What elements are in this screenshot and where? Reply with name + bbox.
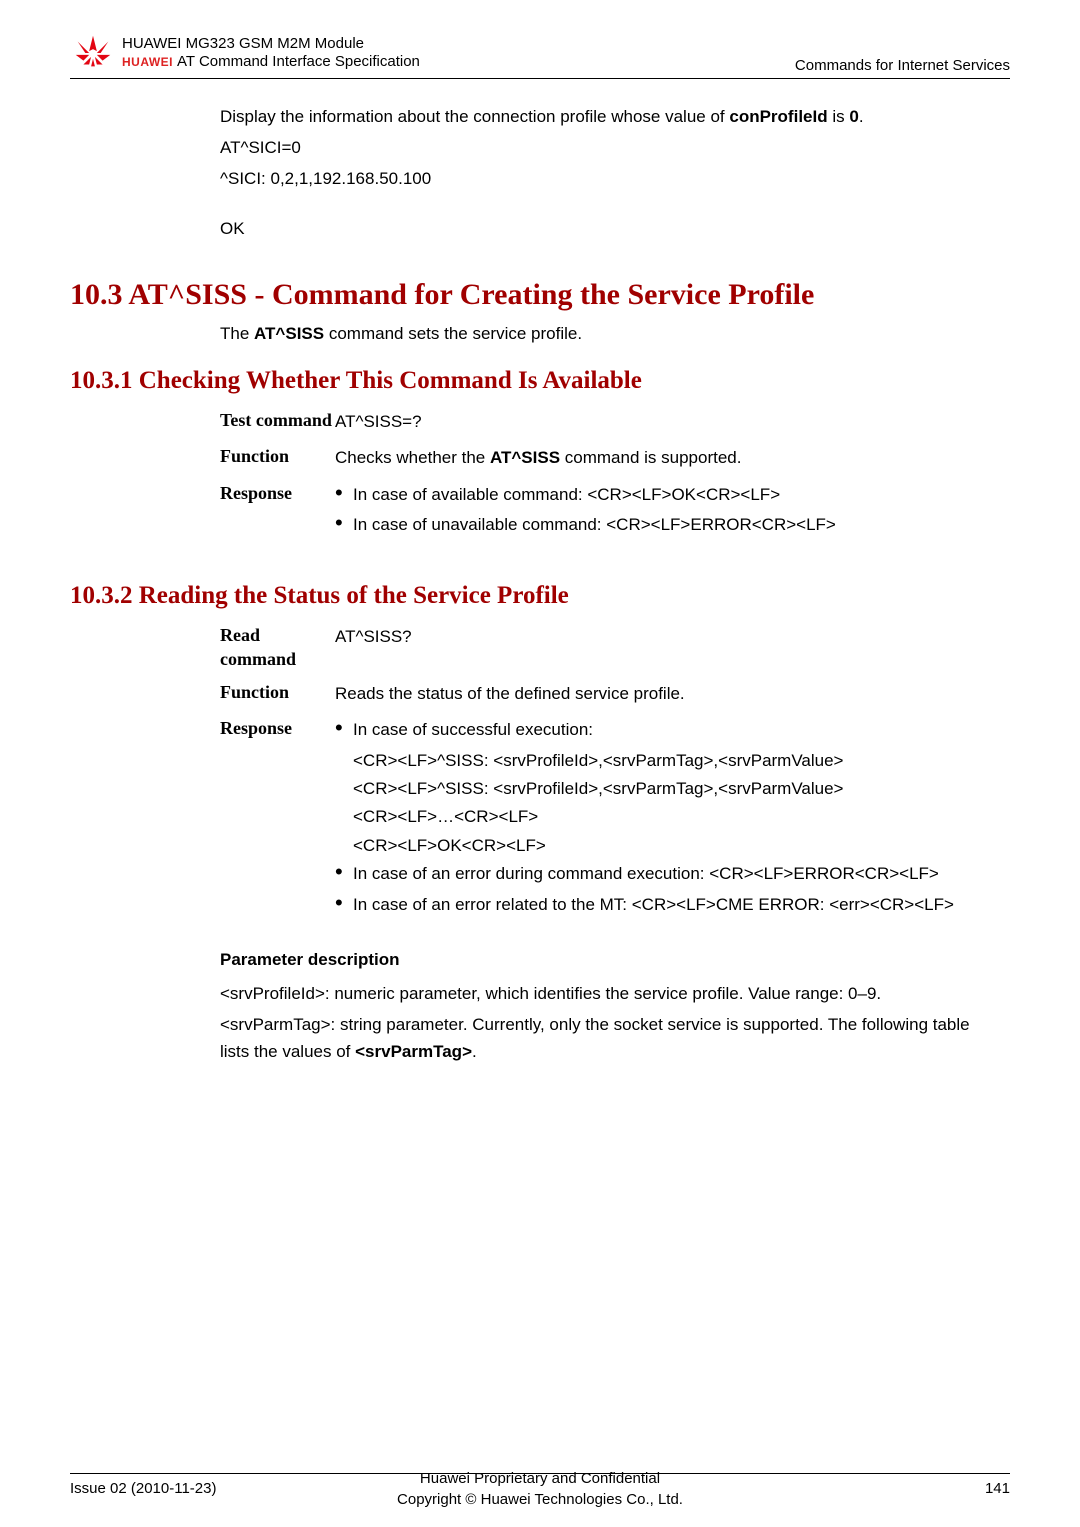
huawei-logo-icon [70, 30, 116, 76]
intro-line1-bold1: conProfileId [729, 107, 827, 126]
resp1031-item-1: In case of unavailable command: <CR><LF>… [335, 512, 990, 538]
param-desc-block: Parameter description <srvProfileId>: nu… [220, 950, 990, 1066]
logo-text-block: HUAWEI MG323 GSM M2M Module HUAWEI AT Co… [116, 35, 420, 71]
intro-line1-pre: Display the information about the connec… [220, 107, 729, 126]
s103-sub-bold: AT^SISS [254, 324, 324, 343]
label-function-1031: Function [220, 445, 335, 471]
section-103-title: 10.3 AT^SISS - Command for Creating the … [70, 278, 1010, 312]
func1031-post: command is supported. [560, 448, 741, 467]
section-103-sub: The AT^SISS command sets the service pro… [220, 320, 990, 347]
func1031-pre: Checks whether the [335, 448, 490, 467]
resp1032-sub3: <CR><LF>OK<CR><LF> [335, 833, 990, 859]
footer-page-number: 141 [985, 1480, 1010, 1497]
label-response-1032: Response [220, 717, 335, 921]
intro-line2: AT^SICI=0 [220, 134, 990, 161]
param-p2-post: . [472, 1042, 477, 1061]
page-root: HUAWEI MG323 GSM M2M Module HUAWEI AT Co… [0, 0, 1080, 1527]
intro-block: Display the information about the connec… [220, 103, 990, 242]
value-response-1031: In case of available command: <CR><LF>OK… [335, 482, 990, 543]
intro-line1-bold2: 0 [849, 107, 858, 126]
page-header: HUAWEI MG323 GSM M2M Module HUAWEI AT Co… [70, 30, 1010, 79]
intro-line3: ^SICI: 0,2,1,192.168.50.100 [220, 165, 990, 192]
header-line2: AT Command Interface Specification [177, 53, 420, 71]
value-function-1032: Reads the status of the defined service … [335, 681, 990, 707]
header-line1: HUAWEI MG323 GSM M2M Module [122, 35, 420, 53]
resp1032-bullet2: In case of an error during command execu… [335, 861, 990, 887]
value-read-command: AT^SISS? [335, 624, 990, 671]
row-test-command: Test command AT^SISS=? [220, 409, 990, 435]
label-test-command: Test command [220, 409, 335, 435]
resp1032-bullet3: In case of an error related to the MT: <… [335, 892, 990, 918]
param-desc-p1: <srvProfileId>: numeric parameter, which… [220, 980, 990, 1007]
label-response-1031: Response [220, 482, 335, 543]
logo-block: HUAWEI MG323 GSM M2M Module HUAWEI AT Co… [70, 30, 420, 76]
intro-line1-mid: is [828, 107, 850, 126]
row-read-command: Read command AT^SISS? [220, 624, 990, 671]
param-p2-pre: <srvParmTag>: string parameter. Currentl… [220, 1015, 970, 1061]
func1031-bold: AT^SISS [490, 448, 560, 467]
resp1032-sub1: <CR><LF>^SISS: <srvProfileId>,<srvParmTa… [335, 776, 990, 802]
s103-sub-post: command sets the service profile. [324, 324, 582, 343]
footer-center1: Huawei Proprietary and Confidential [420, 1470, 660, 1487]
footer-left: Issue 02 (2010-11-23) [70, 1480, 216, 1497]
intro-ok: OK [220, 215, 990, 242]
table-1031: Test command AT^SISS=? Function Checks w… [220, 409, 990, 542]
row-function-1031: Function Checks whether the AT^SISS comm… [220, 445, 990, 471]
resp1031-item-0: In case of available command: <CR><LF>OK… [335, 482, 990, 508]
subsection-1031-title: 10.3.1 Checking Whether This Command Is … [70, 367, 1010, 395]
value-test-command: AT^SISS=? [335, 409, 990, 435]
resp1032-bullet1: In case of successful execution: [335, 717, 990, 743]
param-desc-heading: Parameter description [220, 950, 990, 970]
header-right: Commands for Internet Services [795, 57, 1010, 76]
value-response-1032: In case of successful execution: <CR><LF… [335, 717, 990, 921]
s103-sub-pre: The [220, 324, 254, 343]
row-function-1032: Function Reads the status of the defined… [220, 681, 990, 707]
intro-line1-post: . [859, 107, 864, 126]
row-response-1032: Response In case of successful execution… [220, 717, 990, 921]
resp1032-sub2: <CR><LF>…<CR><LF> [335, 804, 990, 830]
table-1032: Read command AT^SISS? Function Reads the… [220, 624, 990, 922]
value-function-1031: Checks whether the AT^SISS command is su… [335, 445, 990, 471]
footer-center2: Copyright © Huawei Technologies Co., Ltd… [397, 1491, 683, 1508]
page-footer: Issue 02 (2010-11-23) Huawei Proprietary… [70, 1473, 1010, 1497]
resp1032-sub0: <CR><LF>^SISS: <srvProfileId>,<srvParmTa… [335, 748, 990, 774]
brand-text: HUAWEI [122, 55, 173, 69]
row-response-1031: Response In case of available command: <… [220, 482, 990, 543]
subsection-1032-title: 10.3.2 Reading the Status of the Service… [70, 582, 1010, 610]
intro-line1: Display the information about the connec… [220, 103, 990, 130]
label-function-1032: Function [220, 681, 335, 707]
label-read-command: Read command [220, 624, 335, 671]
param-p2-bold: <srvParmTag> [355, 1042, 472, 1061]
param-desc-p2: <srvParmTag>: string parameter. Currentl… [220, 1011, 990, 1065]
